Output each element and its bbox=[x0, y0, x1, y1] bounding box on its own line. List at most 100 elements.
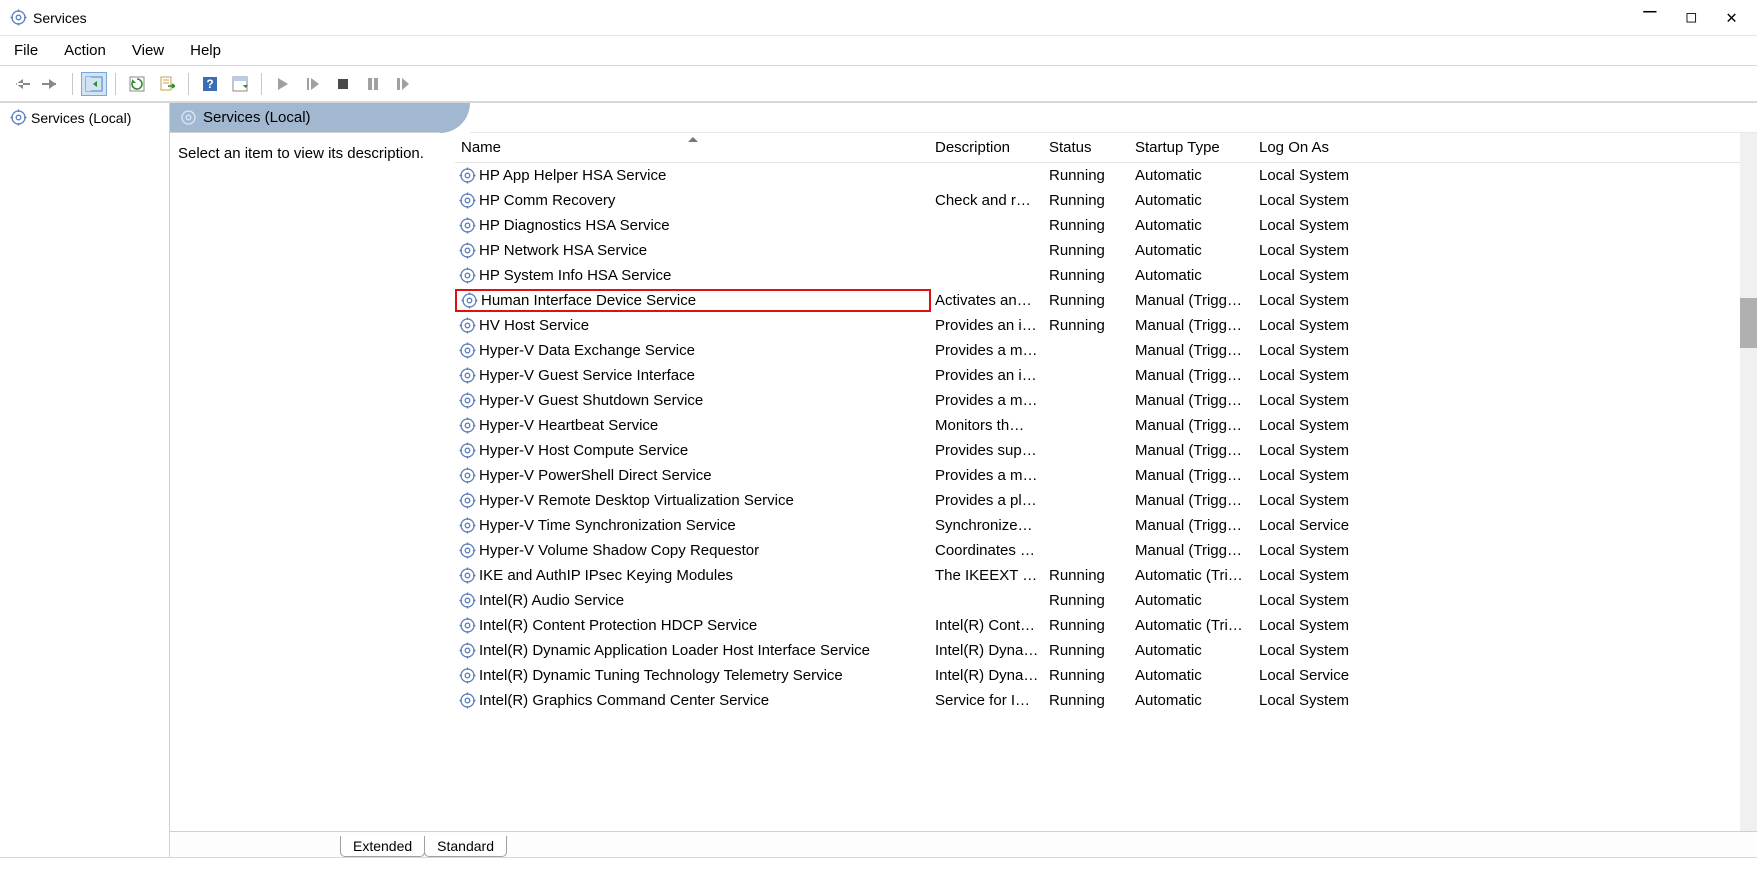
service-gear-icon bbox=[459, 417, 476, 434]
service-startup-cell: Manual (Trigg… bbox=[1131, 291, 1255, 310]
nav-back-button[interactable] bbox=[8, 72, 34, 96]
show-hide-tree-button[interactable] bbox=[81, 72, 107, 96]
table-row[interactable]: HP App Helper HSA ServiceRunningAutomati… bbox=[455, 163, 1757, 188]
menu-help[interactable]: Help bbox=[190, 42, 221, 59]
scroll-thumb[interactable] bbox=[1740, 298, 1757, 348]
window-title: Services bbox=[33, 10, 1643, 26]
service-name-label: Hyper-V Guest Shutdown Service bbox=[479, 392, 703, 409]
service-name-cell[interactable]: Hyper-V Time Synchronization Service bbox=[455, 516, 931, 535]
service-name-cell[interactable]: Intel(R) Content Protection HDCP Service bbox=[455, 616, 931, 635]
service-description-cell: Provides a m… bbox=[931, 341, 1045, 360]
service-name-cell[interactable]: Hyper-V Remote Desktop Virtualization Se… bbox=[455, 491, 931, 510]
maximize-button[interactable]: □ bbox=[1687, 7, 1697, 28]
service-name-cell[interactable]: Hyper-V Heartbeat Service bbox=[455, 416, 931, 435]
minimize-button[interactable]: — bbox=[1643, 7, 1656, 28]
service-name-cell[interactable]: Intel(R) Graphics Command Center Service bbox=[455, 691, 931, 710]
service-status-cell bbox=[1045, 475, 1131, 477]
stop-service-button[interactable] bbox=[330, 72, 356, 96]
service-description-cell: Service for I… bbox=[931, 691, 1045, 710]
table-row[interactable]: Hyper-V Host Compute ServiceProvides sup… bbox=[455, 438, 1757, 463]
service-name-cell[interactable]: Hyper-V Data Exchange Service bbox=[455, 341, 931, 360]
table-row[interactable]: HP System Info HSA ServiceRunningAutomat… bbox=[455, 263, 1757, 288]
service-name-cell[interactable]: HP Diagnostics HSA Service bbox=[455, 216, 931, 235]
service-name-cell[interactable]: IKE and AuthIP IPsec Keying Modules bbox=[455, 566, 931, 585]
column-startup[interactable]: Startup Type bbox=[1131, 133, 1255, 162]
table-row[interactable]: Hyper-V Guest Shutdown ServiceProvides a… bbox=[455, 388, 1757, 413]
service-description-cell: Provides a m… bbox=[931, 466, 1045, 485]
column-name[interactable]: Name bbox=[455, 133, 931, 162]
pause-service-button[interactable] bbox=[360, 72, 386, 96]
table-row[interactable]: Hyper-V Time Synchronization ServiceSync… bbox=[455, 513, 1757, 538]
resume-service-button[interactable] bbox=[300, 72, 326, 96]
tree-root-services-local[interactable]: Services (Local) bbox=[6, 107, 163, 128]
service-description-cell: Provides an i… bbox=[931, 366, 1045, 385]
service-gear-icon bbox=[459, 192, 476, 209]
export-list-button[interactable] bbox=[154, 72, 180, 96]
table-row[interactable]: HP Comm RecoveryCheck and r…RunningAutom… bbox=[455, 188, 1757, 213]
service-status-cell: Running bbox=[1045, 266, 1131, 285]
service-logon-cell: Local System bbox=[1255, 691, 1405, 710]
service-gear-icon bbox=[459, 317, 476, 334]
vertical-scrollbar[interactable] bbox=[1740, 133, 1757, 831]
table-row[interactable]: HP Network HSA ServiceRunningAutomaticLo… bbox=[455, 238, 1757, 263]
table-row[interactable]: Intel(R) Dynamic Tuning Technology Telem… bbox=[455, 663, 1757, 688]
table-row[interactable]: HV Host ServiceProvides an i…RunningManu… bbox=[455, 313, 1757, 338]
service-name-cell[interactable]: Intel(R) Audio Service bbox=[455, 591, 931, 610]
service-gear-icon bbox=[459, 517, 476, 534]
service-gear-icon bbox=[459, 242, 476, 259]
service-name-cell[interactable]: Hyper-V Host Compute Service bbox=[455, 441, 931, 460]
table-row[interactable]: Hyper-V Volume Shadow Copy RequestorCoor… bbox=[455, 538, 1757, 563]
service-name-cell[interactable]: HP Comm Recovery bbox=[455, 191, 931, 210]
service-name-cell[interactable]: Intel(R) Dynamic Tuning Technology Telem… bbox=[455, 666, 931, 685]
table-row[interactable]: Hyper-V Heartbeat ServiceMonitors th…Man… bbox=[455, 413, 1757, 438]
content-panel: Services (Local) Select an item to view … bbox=[170, 103, 1757, 857]
column-logon[interactable]: Log On As bbox=[1255, 133, 1405, 162]
close-button[interactable]: ✕ bbox=[1726, 7, 1737, 28]
properties-button[interactable] bbox=[227, 72, 253, 96]
nav-forward-button[interactable] bbox=[38, 72, 64, 96]
menu-file[interactable]: File bbox=[14, 42, 38, 59]
restart-service-button[interactable] bbox=[390, 72, 416, 96]
table-row[interactable]: Intel(R) Content Protection HDCP Service… bbox=[455, 613, 1757, 638]
service-name-cell[interactable]: Hyper-V Guest Shutdown Service bbox=[455, 391, 931, 410]
column-status[interactable]: Status bbox=[1045, 133, 1131, 162]
service-name-cell[interactable]: Human Interface Device Service bbox=[455, 289, 931, 312]
service-name-label: Hyper-V Volume Shadow Copy Requestor bbox=[479, 542, 759, 559]
service-gear-icon bbox=[459, 567, 476, 584]
menu-view[interactable]: View bbox=[132, 42, 164, 59]
table-row[interactable]: Intel(R) Dynamic Application Loader Host… bbox=[455, 638, 1757, 663]
service-name-cell[interactable]: Hyper-V PowerShell Direct Service bbox=[455, 466, 931, 485]
table-row[interactable]: Hyper-V Data Exchange ServiceProvides a … bbox=[455, 338, 1757, 363]
refresh-button[interactable] bbox=[124, 72, 150, 96]
table-row[interactable]: IKE and AuthIP IPsec Keying ModulesThe I… bbox=[455, 563, 1757, 588]
service-logon-cell: Local System bbox=[1255, 266, 1405, 285]
service-description-cell bbox=[931, 275, 1045, 277]
help-button[interactable]: ? bbox=[197, 72, 223, 96]
menu-action[interactable]: Action bbox=[64, 42, 106, 59]
service-name-cell[interactable]: Intel(R) Dynamic Application Loader Host… bbox=[455, 641, 931, 660]
service-startup-cell: Automatic bbox=[1131, 191, 1255, 210]
table-row[interactable]: Hyper-V Guest Service InterfaceProvides … bbox=[455, 363, 1757, 388]
service-name-cell[interactable]: HP System Info HSA Service bbox=[455, 266, 931, 285]
table-row[interactable]: Intel(R) Audio ServiceRunningAutomaticLo… bbox=[455, 588, 1757, 613]
table-row[interactable]: Human Interface Device ServiceActivates … bbox=[455, 288, 1757, 313]
service-name-cell[interactable]: HV Host Service bbox=[455, 316, 931, 335]
table-row[interactable]: Intel(R) Graphics Command Center Service… bbox=[455, 688, 1757, 713]
service-name-cell[interactable]: HP App Helper HSA Service bbox=[455, 166, 931, 185]
service-status-cell: Running bbox=[1045, 591, 1131, 610]
table-row[interactable]: HP Diagnostics HSA ServiceRunningAutomat… bbox=[455, 213, 1757, 238]
service-logon-cell: Local System bbox=[1255, 316, 1405, 335]
svg-text:?: ? bbox=[206, 77, 213, 91]
tab-standard[interactable]: Standard bbox=[424, 836, 507, 857]
service-description-cell: Provides an i… bbox=[931, 316, 1045, 335]
service-logon-cell: Local System bbox=[1255, 466, 1405, 485]
service-status-cell: Running bbox=[1045, 641, 1131, 660]
service-name-cell[interactable]: HP Network HSA Service bbox=[455, 241, 931, 260]
tab-extended[interactable]: Extended bbox=[340, 836, 425, 857]
column-description[interactable]: Description bbox=[931, 133, 1045, 162]
service-name-cell[interactable]: Hyper-V Volume Shadow Copy Requestor bbox=[455, 541, 931, 560]
table-row[interactable]: Hyper-V PowerShell Direct ServiceProvide… bbox=[455, 463, 1757, 488]
table-row[interactable]: Hyper-V Remote Desktop Virtualization Se… bbox=[455, 488, 1757, 513]
service-name-cell[interactable]: Hyper-V Guest Service Interface bbox=[455, 366, 931, 385]
start-service-button[interactable] bbox=[270, 72, 296, 96]
